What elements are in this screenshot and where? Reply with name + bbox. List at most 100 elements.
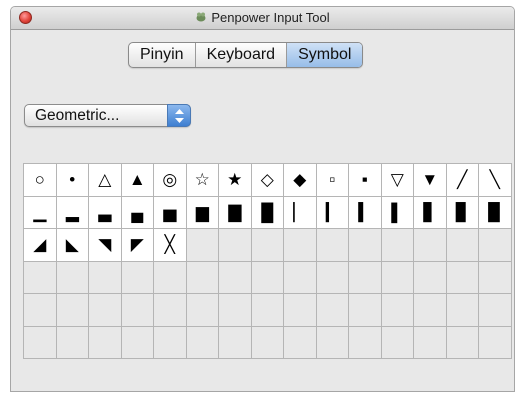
black-up-triangle-symbol[interactable]: ▲ xyxy=(121,164,154,197)
symbol-tool-window: Penpower Input Tool Pinyin Keyboard Symb… xyxy=(10,6,515,392)
empty-symbol-cell xyxy=(316,261,349,294)
empty-symbol-cell xyxy=(56,326,89,359)
tab-keyboard[interactable]: Keyboard xyxy=(196,43,288,67)
empty-symbol-cell xyxy=(219,261,252,294)
black-diamond-symbol[interactable]: ◆ xyxy=(284,164,317,197)
up-down-arrows-icon[interactable] xyxy=(167,104,191,127)
tab-pinyin[interactable]: Pinyin xyxy=(129,43,196,67)
empty-symbol-cell xyxy=(414,326,447,359)
empty-symbol-cell xyxy=(349,294,382,327)
black-star-symbol[interactable]: ★ xyxy=(219,164,252,197)
empty-symbol-cell xyxy=(121,261,154,294)
empty-symbol-cell xyxy=(24,261,57,294)
empty-symbol-cell xyxy=(446,294,479,327)
lower-five-eighths-block-symbol[interactable]: ▅ xyxy=(154,196,187,229)
white-circle-small-symbol[interactable]: ○ xyxy=(24,164,57,197)
black-down-triangle-symbol[interactable]: ▼ xyxy=(414,164,447,197)
empty-symbol-cell xyxy=(219,326,252,359)
empty-symbol-cell xyxy=(479,294,512,327)
empty-symbol-cell xyxy=(251,294,284,327)
left-three-quarters-block-symbol[interactable]: ▊ xyxy=(446,196,479,229)
empty-symbol-cell xyxy=(479,261,512,294)
empty-symbol-cell xyxy=(186,261,219,294)
white-up-triangle-symbol[interactable]: △ xyxy=(89,164,122,197)
empty-symbol-cell xyxy=(446,229,479,262)
empty-symbol-cell xyxy=(414,229,447,262)
empty-symbol-cell xyxy=(89,294,122,327)
empty-symbol-cell xyxy=(89,326,122,359)
empty-symbol-cell xyxy=(316,229,349,262)
left-three-eighths-block-symbol[interactable]: ▍ xyxy=(349,196,382,229)
empty-symbol-cell xyxy=(284,294,317,327)
lower-three-eighths-block-symbol[interactable]: ▃ xyxy=(89,196,122,229)
white-down-triangle-symbol[interactable]: ▽ xyxy=(381,164,414,197)
empty-symbol-cell xyxy=(219,229,252,262)
diagonal-falling-symbol[interactable]: ╲ xyxy=(479,164,512,197)
empty-symbol-cell xyxy=(186,326,219,359)
lower-eighth-block-symbol[interactable]: ▁ xyxy=(24,196,57,229)
empty-symbol-cell xyxy=(186,294,219,327)
empty-symbol-cell xyxy=(414,294,447,327)
diagonal-rising-symbol[interactable]: ╱ xyxy=(446,164,479,197)
empty-symbol-cell xyxy=(121,326,154,359)
left-one-quarter-block-symbol[interactable]: ▎ xyxy=(316,196,349,229)
empty-symbol-cell xyxy=(414,261,447,294)
empty-symbol-cell xyxy=(381,294,414,327)
white-small-square-symbol[interactable]: ▫ xyxy=(316,164,349,197)
symbol-category-select[interactable]: Geometric... xyxy=(24,104,191,127)
penpower-app-icon xyxy=(196,12,206,22)
left-one-eighth-block-symbol[interactable]: ▏ xyxy=(284,196,317,229)
left-five-eighths-block-symbol[interactable]: ▋ xyxy=(414,196,447,229)
white-star-symbol[interactable]: ☆ xyxy=(186,164,219,197)
window-title: Penpower Input Tool xyxy=(211,10,330,25)
empty-symbol-cell xyxy=(381,261,414,294)
empty-symbol-cell xyxy=(24,326,57,359)
empty-symbol-cell xyxy=(56,261,89,294)
diagonal-cross-symbol[interactable]: ╳ xyxy=(154,229,187,262)
empty-symbol-cell xyxy=(56,294,89,327)
upper-left-triangle-symbol[interactable]: ◤ xyxy=(121,229,154,262)
empty-symbol-cell xyxy=(251,261,284,294)
title-bar[interactable]: Penpower Input Tool xyxy=(11,7,514,30)
lower-left-triangle-symbol[interactable]: ◣ xyxy=(56,229,89,262)
empty-symbol-cell xyxy=(349,229,382,262)
empty-symbol-cell xyxy=(154,294,187,327)
full-block-symbol[interactable]: █ xyxy=(251,196,284,229)
empty-symbol-cell xyxy=(24,294,57,327)
empty-symbol-cell xyxy=(381,326,414,359)
empty-symbol-cell xyxy=(251,229,284,262)
lower-three-quarters-block-symbol[interactable]: ▆ xyxy=(186,196,219,229)
symbol-category-value: Geometric... xyxy=(35,107,120,124)
input-mode-tabs: Pinyin Keyboard Symbol xyxy=(128,42,364,68)
empty-symbol-cell xyxy=(219,294,252,327)
empty-symbol-cell xyxy=(154,261,187,294)
empty-symbol-cell xyxy=(284,229,317,262)
white-diamond-symbol[interactable]: ◇ xyxy=(251,164,284,197)
black-small-square-symbol[interactable]: ▪ xyxy=(349,164,382,197)
empty-symbol-cell xyxy=(284,326,317,359)
empty-symbol-cell xyxy=(89,261,122,294)
lower-quarter-block-symbol[interactable]: ▂ xyxy=(56,196,89,229)
left-seven-eighths-block-symbol[interactable]: ▉ xyxy=(479,196,512,229)
lower-right-triangle-symbol[interactable]: ◢ xyxy=(24,229,57,262)
bullseye-symbol[interactable]: ◎ xyxy=(154,164,187,197)
empty-symbol-cell xyxy=(381,229,414,262)
empty-symbol-cell xyxy=(251,326,284,359)
black-circle-small-symbol[interactable]: • xyxy=(56,164,89,197)
empty-symbol-cell xyxy=(121,294,154,327)
empty-symbol-cell xyxy=(446,326,479,359)
left-half-block-symbol[interactable]: ▌ xyxy=(381,196,414,229)
empty-symbol-cell xyxy=(479,229,512,262)
symbol-grid: ○ • △ ▲ ◎ ☆ ★ ◇ ◆ ▫ ▪ ▽ ▼ ╱ ╲ ▁ ▂ ▃ ▄ ▅ ▆ ▇ █ ▏ ▎ ▍ ▌ ▋ ▊ ▉ ◢ ◣ ◥ ◤ ╳ xyxy=(23,163,512,359)
upper-right-triangle-symbol[interactable]: ◥ xyxy=(89,229,122,262)
empty-symbol-cell xyxy=(284,261,317,294)
lower-half-block-symbol[interactable]: ▄ xyxy=(121,196,154,229)
empty-symbol-cell xyxy=(154,326,187,359)
empty-symbol-cell xyxy=(349,326,382,359)
empty-symbol-cell xyxy=(349,261,382,294)
tab-symbol[interactable]: Symbol xyxy=(287,43,363,67)
empty-symbol-cell xyxy=(316,294,349,327)
empty-symbol-cell xyxy=(316,326,349,359)
lower-seven-eighths-block-symbol[interactable]: ▇ xyxy=(219,196,252,229)
empty-symbol-cell xyxy=(186,229,219,262)
